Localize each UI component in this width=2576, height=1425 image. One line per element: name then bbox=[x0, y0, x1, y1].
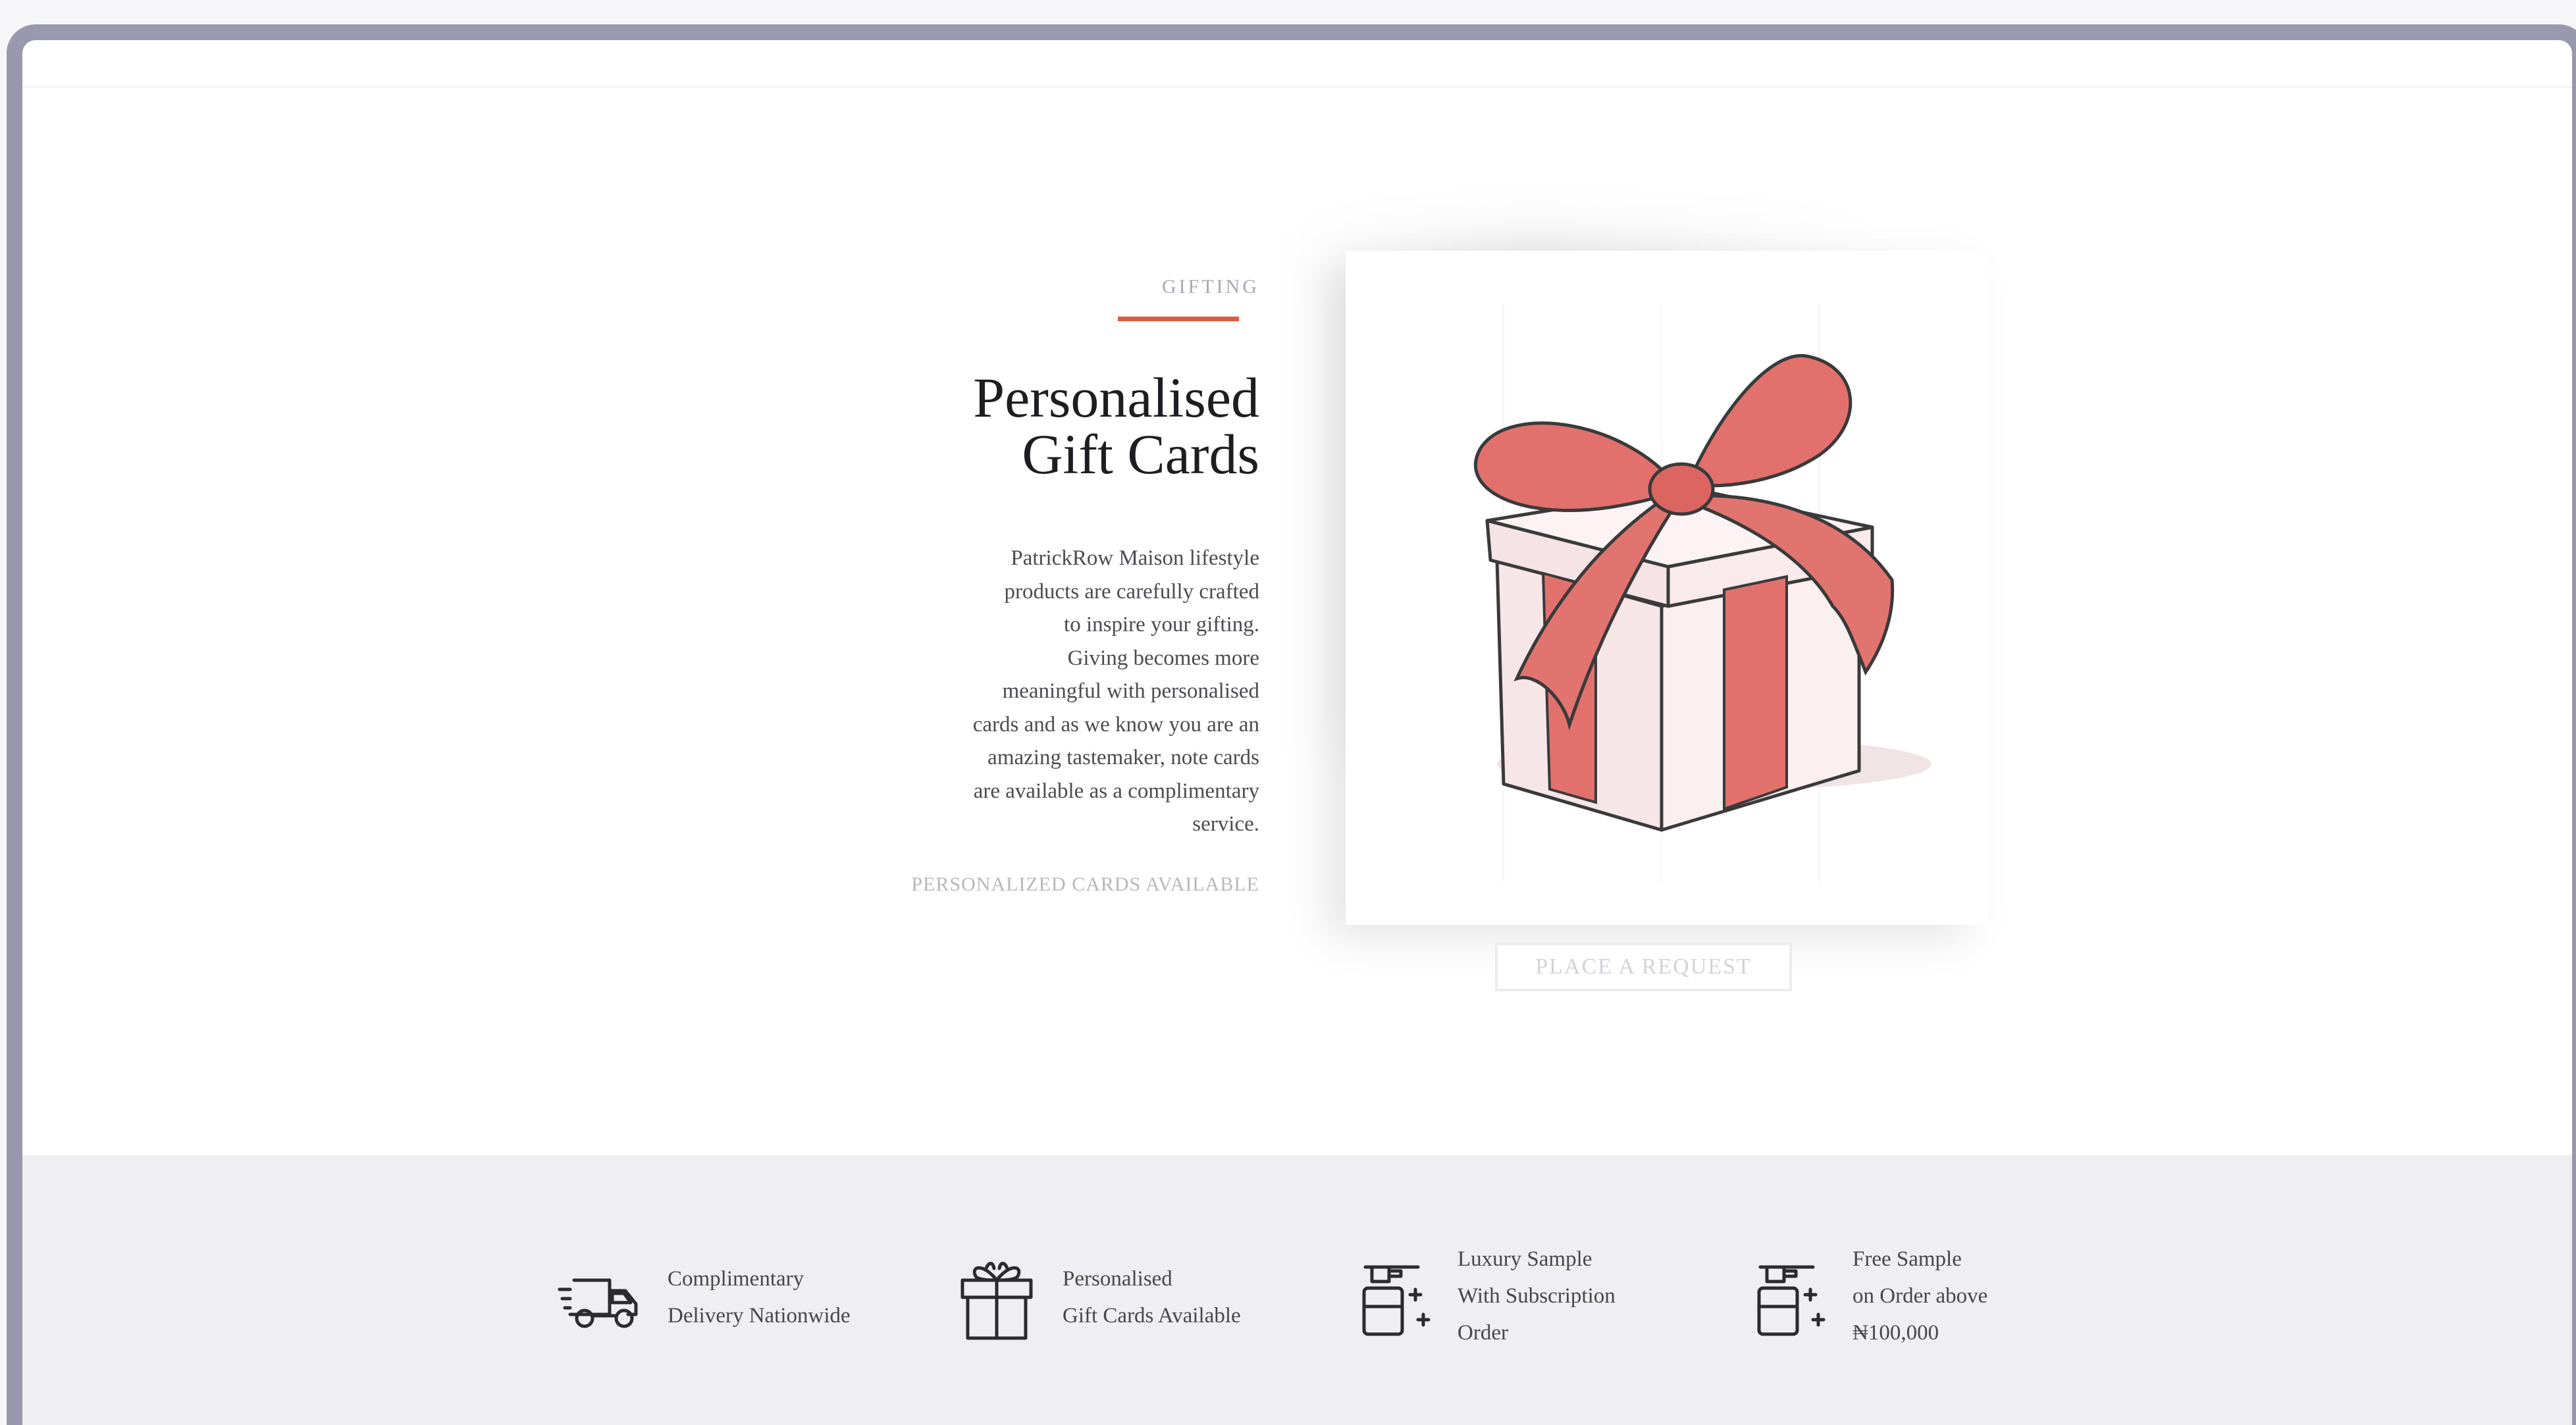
hero-description-line: to inspire your gifting. bbox=[1064, 613, 1259, 636]
feature-text-line: Personalised bbox=[1063, 1267, 1172, 1291]
gift-box-icon bbox=[960, 1262, 1033, 1340]
feature-text-line: Order bbox=[1458, 1321, 1508, 1345]
feature-text-line: Free Sample bbox=[1853, 1247, 1962, 1271]
feature-gift-cards: Personalised Gift Cards Available bbox=[937, 1155, 1306, 1425]
hero-description-line: products are carefully crafted bbox=[1004, 579, 1259, 604]
feature-text-line: Delivery Nationwide bbox=[668, 1304, 851, 1328]
hero-description-line: amazing tastemaker, note cards bbox=[987, 746, 1259, 769]
browser-frame: GIFTING Personalised Gift Cards PatrickR… bbox=[7, 24, 2576, 1425]
feature-text-line: Luxury Sample bbox=[1458, 1247, 1592, 1271]
header-divider bbox=[22, 86, 2572, 88]
feature-luxury-sample: Luxury Sample With Subscription Order bbox=[1332, 1155, 1701, 1425]
features-band: Complimentary Delivery Nationwide Person… bbox=[22, 1155, 2572, 1425]
hero-description-line: PatrickRow Maison lifestyle bbox=[1011, 546, 1259, 570]
feature-delivery-text: Complimentary Delivery Nationwide bbox=[668, 1260, 851, 1334]
feature-gift-cards-text: Personalised Gift Cards Available bbox=[1063, 1260, 1241, 1334]
page-title: Personalised Gift Cards bbox=[891, 369, 1259, 482]
page-title-line-2: Gift Cards bbox=[1022, 423, 1259, 486]
hero-description-line: service. bbox=[1192, 812, 1259, 836]
feature-luxury-sample-text: Luxury Sample With Subscription Order bbox=[1458, 1241, 1616, 1351]
hero-description-line: cards and as we know you are an bbox=[972, 712, 1259, 737]
perfume-sample-icon bbox=[1362, 1265, 1431, 1336]
feature-free-sample: Free Sample on Order above ₦100,000 bbox=[1727, 1155, 2096, 1425]
feature-text-line: on Order above bbox=[1853, 1284, 1988, 1308]
hero-description-line: meaningful with personalised bbox=[1002, 679, 1259, 703]
section-eyebrow: GIFTING bbox=[1162, 276, 1259, 298]
place-request-button[interactable]: PLACE A REQUEST bbox=[1495, 943, 1792, 991]
feature-text-line: Gift Cards Available bbox=[1063, 1304, 1241, 1328]
feature-text-line: With Subscription bbox=[1458, 1284, 1616, 1308]
cards-available-note: PERSONALIZED CARDS AVAILABLE bbox=[911, 873, 1259, 895]
feature-free-sample-text: Free Sample on Order above ₦100,000 bbox=[1853, 1241, 1987, 1351]
delivery-truck-icon bbox=[558, 1278, 638, 1328]
gift-card-visual bbox=[1346, 251, 1987, 925]
hero-description-line: Giving becomes more bbox=[1067, 646, 1259, 670]
eyebrow-underline bbox=[1118, 317, 1239, 321]
feature-delivery: Complimentary Delivery Nationwide bbox=[542, 1155, 911, 1425]
feature-text-line: Complimentary bbox=[668, 1267, 804, 1291]
page-title-line-1: Personalised bbox=[973, 366, 1259, 429]
gift-box-illustration bbox=[1474, 303, 1932, 883]
hero-description-line: are available as a complimentary bbox=[973, 779, 1259, 803]
perfume-sample-icon bbox=[1757, 1265, 1826, 1336]
feature-text-line: ₦100,000 bbox=[1853, 1321, 1939, 1345]
hero-description: PatrickRow Maison lifestyle products are… bbox=[943, 542, 1259, 841]
